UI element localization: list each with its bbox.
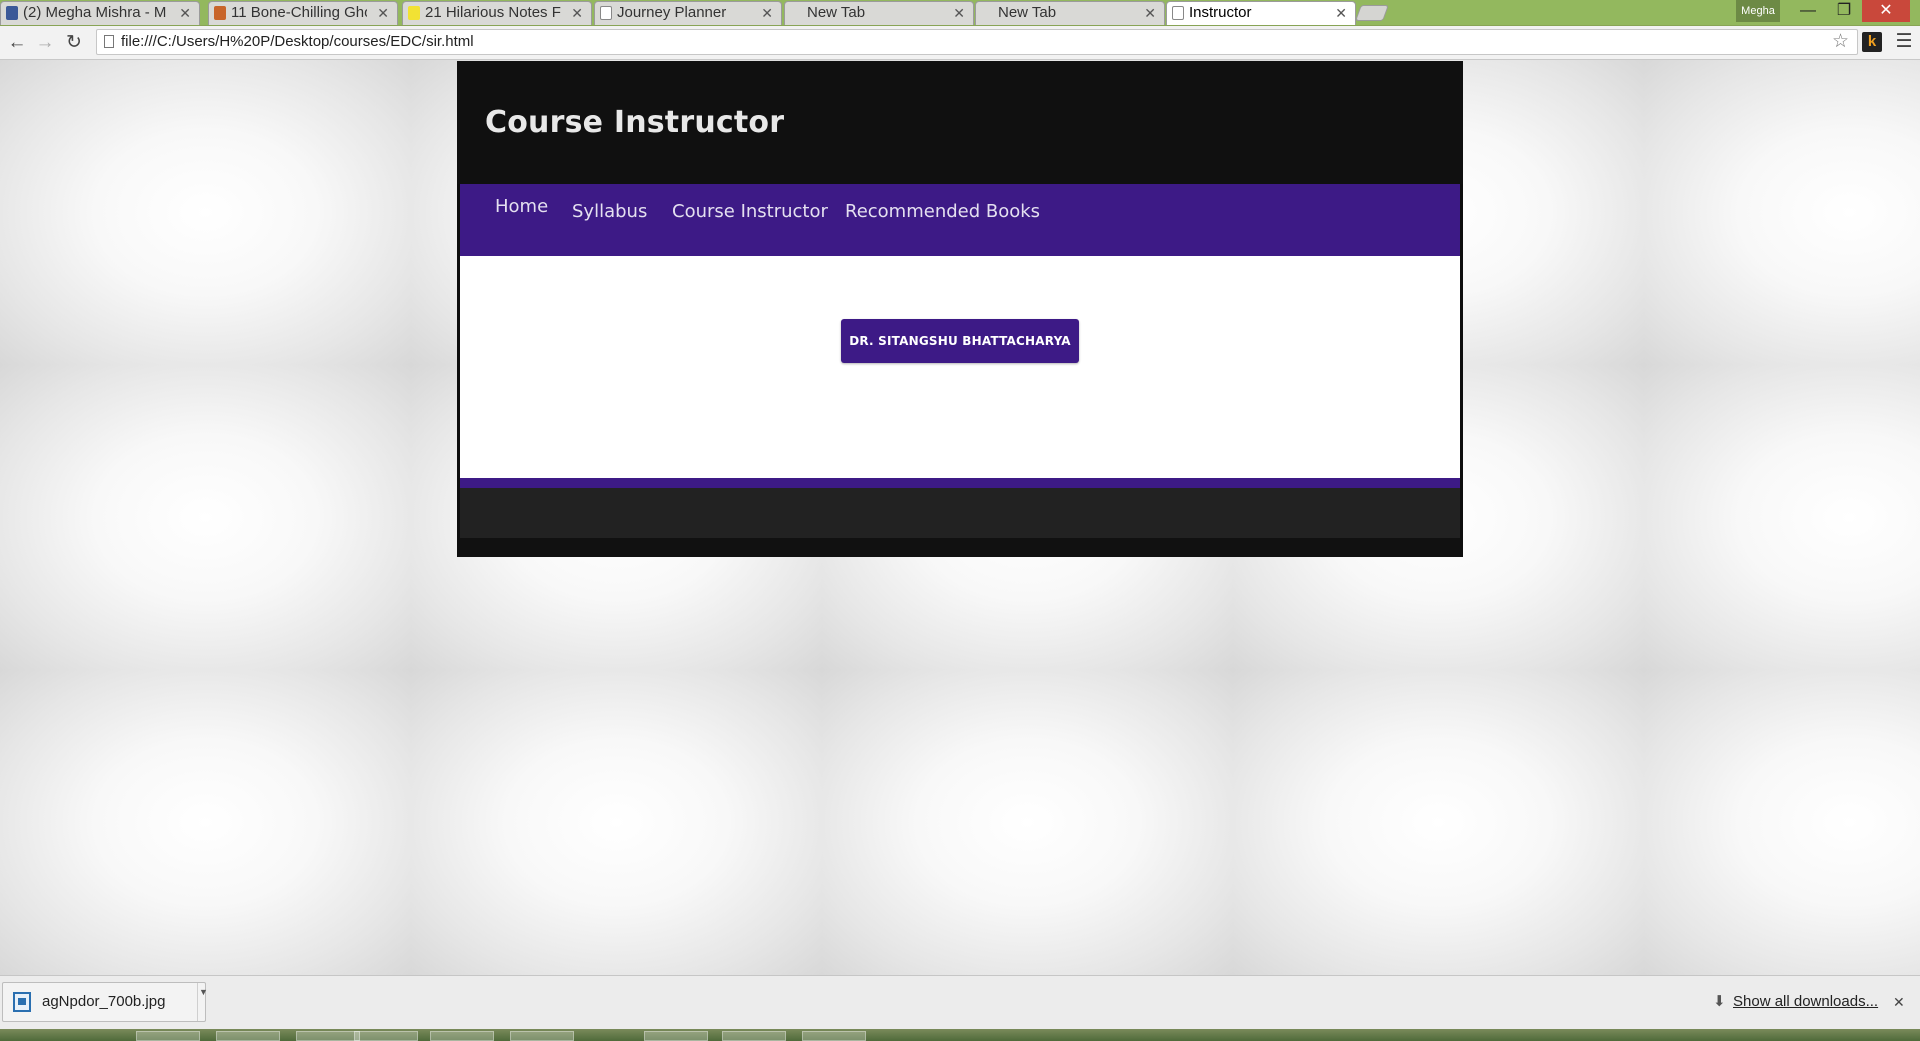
tab-title: New Tab [998,4,1057,21]
close-icon[interactable]: ✕ [377,2,389,24]
taskbar-item[interactable] [510,1031,574,1041]
taskbar-item[interactable] [644,1031,708,1041]
forward-button[interactable]: → [33,31,57,55]
nav-syllabus[interactable]: Syllabus [572,201,647,222]
window-close-button[interactable]: ✕ [1862,0,1910,22]
main-content: DR. SITANGSHU BHATTACHARYA [460,256,1460,478]
tab-instructor[interactable]: Instructor ✕ [1166,1,1356,25]
tab-title: New Tab [807,4,866,21]
page-icon [104,35,114,48]
footer-divider [460,478,1460,488]
download-filename[interactable]: agNpdor_700b.jpg [42,983,165,1021]
back-button[interactable]: ← [5,31,29,55]
nav-recommended-books[interactable]: Recommended Books [845,201,1040,222]
close-icon[interactable]: ✕ [571,2,583,24]
site-nav: Home Syllabus Course Instructor Recommen… [460,184,1460,256]
url-text[interactable]: file:///C:/Users/H%20P/Desktop/courses/E… [121,30,474,54]
taskbar-item[interactable] [296,1031,360,1041]
nav-course-instructor[interactable]: Course Instructor [672,201,828,222]
close-icon[interactable]: ✕ [179,2,191,24]
close-icon[interactable]: ✕ [1893,976,1905,1028]
browser-toolbar: ← → ↻ file:///C:/Users/H%20P/Desktop/cou… [0,26,1920,60]
taskbar-item[interactable] [354,1031,418,1041]
tab-title: Journey Planner [617,4,727,21]
close-icon[interactable]: ✕ [761,2,773,24]
tab-hilarious-notes[interactable]: 21 Hilarious Notes Fr ✕ [402,1,592,25]
tab-facebook[interactable]: (2) Megha Mishra - M ✕ [0,1,200,25]
page-viewport: Course Instructor Home Syllabus Course I… [0,60,1920,975]
bookmark-star-icon[interactable]: ☆ [1832,30,1849,54]
tab-new-tab-1[interactable]: New Tab ✕ [784,1,974,25]
new-tab-button[interactable] [1355,5,1389,21]
facebook-icon [6,6,18,20]
taskbar-item[interactable] [722,1031,786,1041]
tab-strip: (2) Megha Mishra - M ✕ 11 Bone-Chilling … [0,0,1920,26]
tab-new-tab-2[interactable]: New Tab ✕ [975,1,1165,25]
maximize-button[interactable]: ❐ [1826,0,1862,22]
close-icon[interactable]: ✕ [953,2,965,24]
os-taskbar [0,1029,1920,1041]
close-icon[interactable]: ✕ [1144,2,1156,24]
dropdown-caret-icon[interactable]: ▼ [199,987,208,997]
site-title: Course Instructor [485,105,785,140]
taskbar-item[interactable] [802,1031,866,1041]
download-shelf: agNpdor_700b.jpg ▼ ⬇ Show all downloads.… [0,975,1920,1029]
page-icon [600,6,612,20]
profile-badge[interactable]: Megha [1736,0,1780,22]
taskbar-item[interactable] [136,1031,200,1041]
address-bar[interactable]: file:///C:/Users/H%20P/Desktop/courses/E… [96,29,1858,55]
site-header: Course Instructor [457,61,1463,184]
divider [197,983,198,1021]
download-item[interactable]: agNpdor_700b.jpg ▼ [2,982,208,1022]
nav-home[interactable]: Home [495,196,548,217]
show-all-downloads-link[interactable]: Show all downloads... [1733,976,1878,1028]
site-footer [460,488,1460,538]
instructor-name-button[interactable]: DR. SITANGSHU BHATTACHARYA [841,319,1079,363]
hamburger-menu-icon[interactable]: ☰ [1893,31,1915,53]
minimize-button[interactable]: — [1790,0,1826,22]
buzzfeed-icon [214,6,226,20]
tab-journey-planner[interactable]: Journey Planner ✕ [594,1,782,25]
tab-buzzfeed[interactable]: 11 Bone-Chilling Gho ✕ [208,1,398,25]
site-container: Course Instructor Home Syllabus Course I… [457,61,1463,557]
reload-button[interactable]: ↻ [62,31,86,55]
taskbar-item[interactable] [430,1031,494,1041]
site-footer-bottom [460,538,1460,557]
image-file-icon [13,992,31,1012]
tab-title: (2) Megha Mishra - M [23,4,167,21]
tab-title: 21 Hilarious Notes Fr [425,4,561,21]
extension-k-icon[interactable]: k [1862,32,1882,52]
close-icon[interactable]: ✕ [1335,2,1347,24]
download-arrow-icon: ⬇ [1713,993,1726,1010]
yellow-note-icon [408,6,420,20]
tab-title: Instructor [1189,4,1252,21]
tab-title: 11 Bone-Chilling Gho [231,4,367,21]
taskbar-item[interactable] [216,1031,280,1041]
page-icon [1172,6,1184,20]
